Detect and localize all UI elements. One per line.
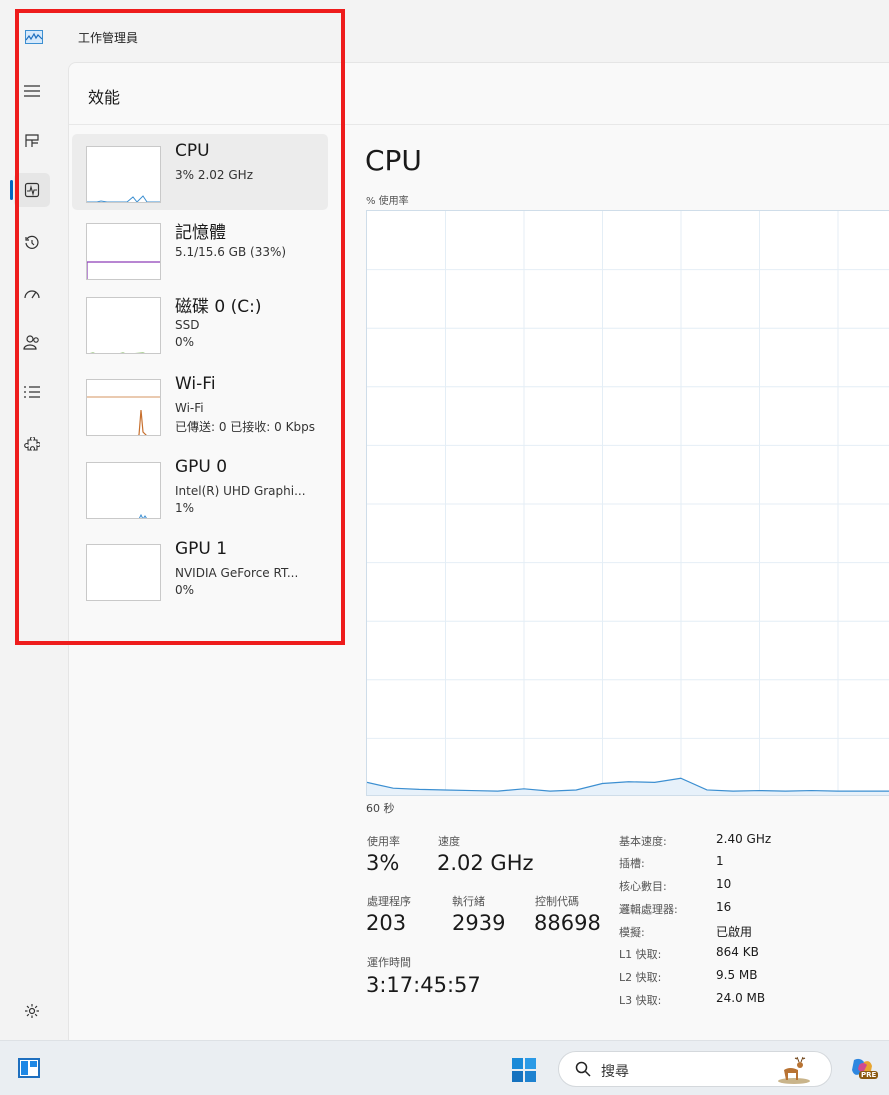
task-manager-taskbar-icon[interactable] xyxy=(18,1058,40,1078)
device-name: 磁碟 0 (C:) xyxy=(175,297,262,317)
spec-label: L2 快取: xyxy=(619,971,662,984)
spec-value: 2.40 GHz xyxy=(716,832,772,846)
speedometer-icon xyxy=(24,290,40,299)
processes-grid-icon xyxy=(25,134,39,147)
search-placeholder: 搜尋 xyxy=(601,1064,629,1080)
device-name: GPU 1 xyxy=(175,539,228,559)
spec-label: L3 快取: xyxy=(619,994,662,1007)
device-detail: Intel(R) UHD Graphi... xyxy=(175,484,306,498)
spec-value: 10 xyxy=(716,877,732,891)
task-manager-logo-icon xyxy=(25,30,43,44)
device-name: GPU 0 xyxy=(175,457,228,477)
spec-label: 模擬: xyxy=(619,926,645,939)
device-detail: 0% xyxy=(175,583,195,597)
spec-label: 插槽: xyxy=(619,857,645,870)
spec-value: 已啟用 xyxy=(716,925,753,939)
device-detail: NVIDIA GeForce RT... xyxy=(175,566,299,580)
active-indicator xyxy=(10,180,13,200)
device-detail: 已傳送: 0 已接收: 0 Kbps xyxy=(175,420,315,434)
performance-chart-icon xyxy=(24,182,40,198)
device-detail: Wi-Fi xyxy=(175,401,204,415)
detail-title: CPU xyxy=(365,144,422,177)
device-name: Wi-Fi xyxy=(175,374,216,394)
uptime-value: 3:17:45:57 xyxy=(366,973,481,997)
spec-value: 9.5 MB xyxy=(716,968,758,982)
speed-value: 2.02 GHz xyxy=(437,851,534,875)
device-item-disk[interactable]: 磁碟 0 (C:) SSD 0% xyxy=(72,285,328,361)
spec-label: 邏輯處理器: xyxy=(619,903,678,916)
nav-services[interactable] xyxy=(14,428,50,462)
gpu0-thumbnail-graph xyxy=(86,462,161,519)
windows-start-icon[interactable] xyxy=(511,1057,537,1083)
usage-value: 3% xyxy=(366,851,400,875)
spec-label: L1 快取: xyxy=(619,948,662,961)
device-item-wifi[interactable]: Wi-Fi Wi-Fi 已傳送: 0 已接收: 0 Kbps xyxy=(72,367,328,443)
disk-thumbnail-graph xyxy=(86,297,161,354)
speed-label: 速度 xyxy=(438,835,460,848)
memory-thumbnail-graph xyxy=(86,223,161,280)
gpu1-thumbnail-graph xyxy=(86,544,161,601)
handles-value: 88698 xyxy=(534,911,601,935)
wifi-thumbnail-graph xyxy=(86,379,161,436)
settings-button[interactable] xyxy=(24,1003,40,1023)
users-icon xyxy=(23,335,39,350)
device-name: CPU xyxy=(175,141,210,161)
hamburger-menu-icon xyxy=(24,85,40,97)
nav-startup-apps[interactable] xyxy=(14,276,50,310)
nav-processes[interactable] xyxy=(14,124,50,158)
device-item-gpu0[interactable]: GPU 0 Intel(R) UHD Graphi... 1% xyxy=(72,450,328,526)
device-item-memory[interactable]: 記憶體 5.1/15.6 GB (33%) xyxy=(72,211,328,287)
nav-performance[interactable] xyxy=(14,173,50,207)
device-detail: 0% xyxy=(175,335,195,349)
device-detail: 1% xyxy=(175,501,195,515)
device-item-cpu[interactable]: CPU 3% 2.02 GHz xyxy=(72,134,328,210)
graph-label: % 使用率 xyxy=(366,196,409,207)
spec-value: 16 xyxy=(716,900,732,914)
device-name: 記憶體 xyxy=(175,223,226,243)
hamburger-menu-button[interactable] xyxy=(14,74,50,108)
processes-value: 203 xyxy=(366,911,407,935)
history-icon xyxy=(25,235,39,249)
taskbar: 搜尋 PRE xyxy=(0,1040,889,1095)
threads-value: 2939 xyxy=(452,911,506,935)
deer-search-highlight-icon xyxy=(778,1056,810,1084)
spec-value: 1 xyxy=(716,854,724,868)
cpu-thumbnail-graph xyxy=(86,146,161,203)
spec-label: 基本速度: xyxy=(619,835,667,848)
threads-label: 執行緒 xyxy=(452,895,485,908)
device-item-gpu1[interactable]: GPU 1 NVIDIA GeForce RT... 0% xyxy=(72,532,328,608)
spec-value: 24.0 MB xyxy=(716,991,766,1005)
spec-value: 864 KB xyxy=(716,945,759,959)
search-icon xyxy=(575,1061,591,1077)
nav-app-history[interactable] xyxy=(14,226,50,260)
processes-label: 處理程序 xyxy=(367,895,411,908)
time-span-label: 60 秒 xyxy=(366,802,395,815)
gear-icon xyxy=(25,1004,39,1018)
header-divider xyxy=(69,124,889,125)
handles-label: 控制代碼 xyxy=(535,895,579,908)
device-detail: 5.1/15.6 GB (33%) xyxy=(175,245,287,259)
device-detail: SSD xyxy=(175,318,200,332)
puzzle-icon xyxy=(24,437,40,451)
device-detail: 3% 2.02 GHz xyxy=(175,168,254,182)
uptime-label: 運作時間 xyxy=(367,956,411,969)
nav-details[interactable] xyxy=(14,375,50,409)
preview-badge: PRE xyxy=(859,1071,879,1079)
navigation-rail xyxy=(0,62,68,1040)
cpu-usage-graph xyxy=(366,210,889,796)
title-bar: 工作管理員 xyxy=(0,0,889,62)
list-icon xyxy=(24,386,40,398)
window-title: 工作管理員 xyxy=(78,31,139,45)
copilot-button[interactable]: PRE xyxy=(850,1057,879,1083)
taskbar-search-box[interactable]: 搜尋 xyxy=(558,1051,832,1087)
page-title: 效能 xyxy=(88,88,121,107)
spec-label: 核心數目: xyxy=(619,880,667,893)
nav-users[interactable] xyxy=(14,325,50,359)
usage-label: 使用率 xyxy=(367,835,400,848)
